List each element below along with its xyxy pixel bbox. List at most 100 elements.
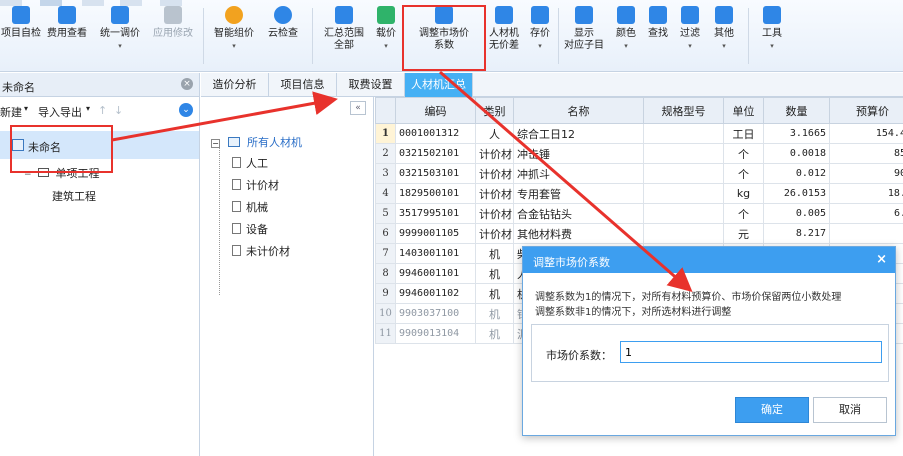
smart-price-button[interactable]: 智能组价 ▾ bbox=[210, 6, 258, 68]
column-header[interactable]: 名称 bbox=[513, 97, 644, 124]
cell-spec[interactable] bbox=[643, 223, 724, 244]
tree-item-building-project[interactable]: 建筑工程 bbox=[52, 188, 96, 204]
new-button[interactable]: 新建 bbox=[0, 104, 22, 120]
cell-code[interactable]: 1403001101 bbox=[395, 243, 476, 264]
cell-price[interactable]: 18.7 bbox=[829, 183, 903, 204]
table-row[interactable]: 53517995101计价材合金钻钻头 个0.0056.5 bbox=[375, 203, 903, 224]
cell-code[interactable]: 9999001105 bbox=[395, 223, 476, 244]
table-row[interactable]: 30321503101计价材冲抓斗 个0.012900 bbox=[375, 163, 903, 184]
cell-name[interactable]: 合金钻钻头 bbox=[513, 203, 644, 224]
row-number-cell[interactable]: 8 bbox=[375, 263, 396, 284]
cell-price[interactable]: 850 bbox=[829, 143, 903, 164]
tab-material-summary[interactable]: 人材机汇总 bbox=[405, 73, 473, 97]
cell-type[interactable]: 机 bbox=[475, 283, 514, 304]
cell-unit[interactable]: 元 bbox=[723, 223, 764, 244]
cell-name[interactable]: 综合工日12 bbox=[513, 123, 644, 144]
cell-code[interactable]: 0321502101 bbox=[395, 143, 476, 164]
cell-qty[interactable]: 0.0018 bbox=[763, 143, 830, 164]
table-row[interactable]: 10001001312人综合工日12 工日3.1665154.44 bbox=[375, 123, 903, 144]
filter-button[interactable]: 过滤 ▾ bbox=[676, 6, 704, 68]
cell-name[interactable]: 冲击锤 bbox=[513, 143, 644, 164]
table-row[interactable]: 20321502101计价材冲击锤 个0.0018850 bbox=[375, 143, 903, 164]
column-header[interactable]: 规格型号 bbox=[643, 97, 724, 124]
cell-qty[interactable]: 3.1665 bbox=[763, 123, 830, 144]
save-price-button[interactable]: 存价 ▾ bbox=[526, 6, 554, 68]
cell-price[interactable]: 1 bbox=[829, 223, 903, 244]
row-number-cell[interactable]: 1 bbox=[375, 123, 396, 144]
row-number-cell[interactable]: 5 bbox=[375, 203, 396, 224]
summary-range-button[interactable]: 汇总范围 全部 bbox=[318, 6, 370, 68]
cell-spec[interactable] bbox=[643, 143, 724, 164]
table-row[interactable]: 41829500101计价材专用套管 kg26.015318.7 bbox=[375, 183, 903, 204]
tab-cost-analysis[interactable]: 造价分析 bbox=[201, 73, 269, 97]
tree-item-priced-material[interactable]: 计价材 bbox=[232, 177, 279, 193]
find-button[interactable]: 查找 bbox=[644, 6, 672, 68]
row-number-cell[interactable]: 2 bbox=[375, 143, 396, 164]
row-number-cell[interactable]: 6 bbox=[375, 223, 396, 244]
cell-type[interactable]: 计价材 bbox=[475, 183, 514, 204]
cell-spec[interactable] bbox=[643, 203, 724, 224]
column-header[interactable]: 数量 bbox=[763, 97, 830, 124]
load-price-button[interactable]: 载价 ▾ bbox=[372, 6, 400, 68]
tree-item-all-materials[interactable]: − 所有人材机 bbox=[211, 134, 302, 150]
cell-code[interactable]: 0321503101 bbox=[395, 163, 476, 184]
row-number-cell[interactable]: 3 bbox=[375, 163, 396, 184]
cell-code[interactable]: 9903037100 bbox=[395, 303, 476, 324]
cell-price[interactable]: 154.44 bbox=[829, 123, 903, 144]
tab-project-info[interactable]: 项目信息 bbox=[269, 73, 337, 97]
cell-spec[interactable] bbox=[643, 123, 724, 144]
unified-price-button[interactable]: 统一调价 ▾ bbox=[94, 6, 146, 68]
market-coef-input[interactable] bbox=[620, 341, 882, 363]
row-number-cell[interactable]: 10 bbox=[375, 303, 396, 324]
cell-type[interactable]: 机 bbox=[475, 263, 514, 284]
cell-type[interactable]: 人 bbox=[475, 123, 514, 144]
cell-unit[interactable]: 工日 bbox=[723, 123, 764, 144]
tab-fee-settings[interactable]: 取费设置 bbox=[337, 73, 405, 97]
tree-item-unpriced-material[interactable]: 未计价材 bbox=[232, 243, 290, 259]
column-header[interactable]: 类别 bbox=[475, 97, 514, 124]
cell-price[interactable]: 6.5 bbox=[829, 203, 903, 224]
tools-button[interactable]: 工具 ▾ bbox=[756, 6, 788, 68]
column-header[interactable]: 单位 bbox=[723, 97, 764, 124]
cell-unit[interactable]: 个 bbox=[723, 143, 764, 164]
cell-code[interactable]: 3517995101 bbox=[395, 203, 476, 224]
column-header[interactable]: 编码 bbox=[395, 97, 476, 124]
cell-qty[interactable]: 0.005 bbox=[763, 203, 830, 224]
move-down-icon[interactable]: ↓ bbox=[114, 104, 123, 117]
cell-type[interactable]: 机 bbox=[475, 323, 514, 344]
cell-spec[interactable] bbox=[643, 183, 724, 204]
project-self-check-button[interactable]: 项目自检 bbox=[0, 6, 42, 68]
cell-unit[interactable]: kg bbox=[723, 183, 764, 204]
cell-type[interactable]: 计价材 bbox=[475, 163, 514, 184]
other-button[interactable]: 其他 ▾ bbox=[708, 6, 740, 68]
close-icon[interactable]: × bbox=[181, 78, 193, 90]
cell-name[interactable]: 其他材料费 bbox=[513, 223, 644, 244]
cell-qty[interactable]: 8.217 bbox=[763, 223, 830, 244]
cell-type[interactable]: 计价材 bbox=[475, 223, 514, 244]
cell-type[interactable]: 机 bbox=[475, 303, 514, 324]
cell-name[interactable]: 专用套管 bbox=[513, 183, 644, 204]
cell-qty[interactable]: 26.0153 bbox=[763, 183, 830, 204]
cell-price[interactable]: 900 bbox=[829, 163, 903, 184]
cell-type[interactable]: 计价材 bbox=[475, 203, 514, 224]
row-number-cell[interactable]: 9 bbox=[375, 283, 396, 304]
cell-unit[interactable]: 个 bbox=[723, 163, 764, 184]
cancel-button[interactable]: 取消 bbox=[813, 397, 887, 423]
cell-code[interactable]: 9946001102 bbox=[395, 283, 476, 304]
cell-spec[interactable] bbox=[643, 163, 724, 184]
row-number-cell[interactable]: 7 bbox=[375, 243, 396, 264]
show-sub-item-button[interactable]: 显示 对应子目 bbox=[560, 6, 608, 68]
expand-icon[interactable]: ⌄ bbox=[179, 103, 193, 117]
row-number-cell[interactable]: 11 bbox=[375, 323, 396, 344]
cost-view-button[interactable]: 费用查看 bbox=[42, 6, 92, 68]
chevron-down-icon[interactable]: ▾ bbox=[86, 104, 90, 113]
close-icon[interactable]: × bbox=[876, 252, 887, 267]
cloud-check-button[interactable]: 云检查 bbox=[260, 6, 306, 68]
column-header[interactable]: 预算价 bbox=[829, 97, 903, 124]
cell-unit[interactable]: 个 bbox=[723, 203, 764, 224]
cell-type[interactable]: 机 bbox=[475, 243, 514, 264]
no-price-diff-button[interactable]: 人材机 无价差 bbox=[486, 6, 522, 68]
cell-type[interactable]: 计价材 bbox=[475, 143, 514, 164]
row-number-cell[interactable]: 4 bbox=[375, 183, 396, 204]
tree-item-equipment[interactable]: 设备 bbox=[232, 221, 268, 237]
